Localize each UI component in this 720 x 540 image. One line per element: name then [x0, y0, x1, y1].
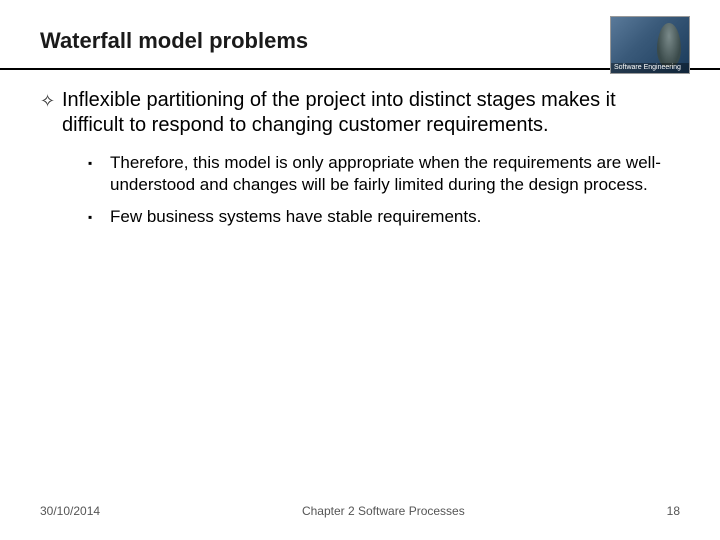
book-cover-image: Software Engineering — [610, 16, 690, 74]
sub-bullet-list: ▪ Therefore, this model is only appropri… — [88, 152, 680, 228]
footer-page-number: 18 — [667, 504, 680, 518]
building-graphic — [657, 23, 681, 67]
diamond-bullet-icon: ✧ — [40, 88, 62, 113]
square-bullet-icon: ▪ — [88, 152, 110, 172]
slide-body: ✧ Inflexible partitioning of the project… — [0, 70, 720, 228]
footer-chapter: Chapter 2 Software Processes — [100, 504, 667, 518]
bullet-level-2: ▪ Few business systems have stable requi… — [88, 206, 680, 228]
bullet-text: Few business systems have stable require… — [110, 206, 680, 228]
bullet-level-1: ✧ Inflexible partitioning of the project… — [40, 88, 680, 138]
slide-title: Waterfall model problems — [40, 28, 680, 54]
bullet-text: Inflexible partitioning of the project i… — [62, 88, 680, 138]
slide: Waterfall model problems Software Engine… — [0, 0, 720, 540]
slide-footer: 30/10/2014 Chapter 2 Software Processes … — [0, 504, 720, 518]
slide-header: Waterfall model problems Software Engine… — [0, 0, 720, 62]
bullet-text: Therefore, this model is only appropriat… — [110, 152, 680, 196]
bullet-level-2: ▪ Therefore, this model is only appropri… — [88, 152, 680, 196]
book-cover-label: Software Engineering — [611, 63, 689, 73]
square-bullet-icon: ▪ — [88, 206, 110, 226]
footer-date: 30/10/2014 — [40, 504, 100, 518]
